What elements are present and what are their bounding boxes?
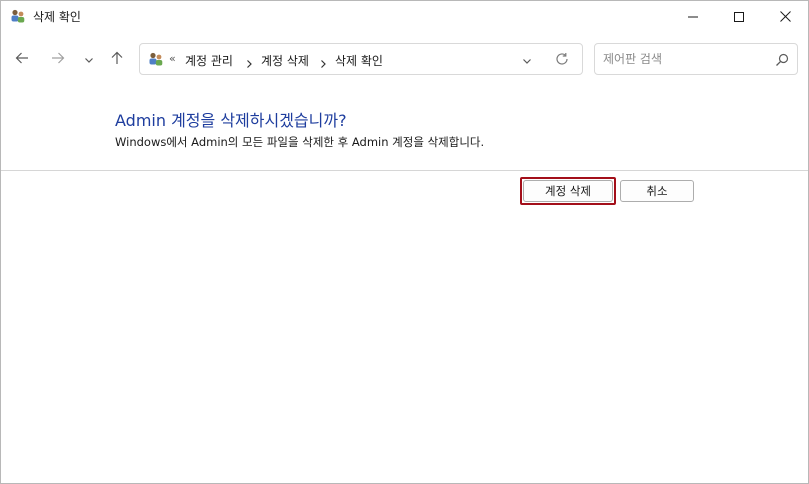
search-box[interactable] [594,43,798,75]
refresh-icon [555,51,569,70]
search-input[interactable] [603,50,763,68]
recent-locations-button[interactable] [77,47,101,71]
back-button[interactable] [10,47,34,71]
chevron-down-icon [84,50,94,69]
arrow-up-icon [110,50,124,69]
breadcrumb-item-delete-account[interactable]: 계정 삭제 [261,52,309,69]
divider [1,170,808,171]
up-button[interactable] [105,47,129,71]
breadcrumb-item-confirm-delete[interactable]: 삭제 확인 [335,52,383,69]
chevron-right-icon [244,54,254,68]
maximize-icon [734,11,744,22]
minimize-icon [688,12,698,22]
chevron-down-icon [522,51,532,70]
user-accounts-icon [148,51,164,67]
user-accounts-icon [10,8,26,24]
page-heading: Admin 계정을 삭제하시겠습니까? [115,111,347,130]
page-description: Windows에서 Admin의 모든 파일을 삭제한 후 Admin 계정을 … [115,135,485,149]
close-button[interactable] [762,1,808,32]
window-title: 삭제 확인 [33,10,81,24]
maximize-button[interactable] [716,1,762,32]
minimize-button[interactable] [670,1,716,32]
search-icon[interactable] [775,52,789,66]
close-icon [779,11,791,22]
chevron-right-icon [318,54,328,68]
control-panel-window: 삭제 확인 « 계정 관리 계정 삭제 삭제 확인 제어판 검색 Admin 계… [0,0,809,484]
address-history-button[interactable] [518,51,536,69]
arrow-right-icon [51,50,65,69]
arrow-left-icon [15,50,29,69]
address-bar[interactable]: « 계정 관리 계정 삭제 삭제 확인 [139,43,583,75]
breadcrumb-overflow[interactable]: « [169,52,176,65]
cancel-button[interactable]: 취소 [620,180,694,202]
navigation-bar: « 계정 관리 계정 삭제 삭제 확인 [1,32,808,88]
delete-account-button[interactable]: 계정 삭제 [523,180,613,202]
title-bar: 삭제 확인 [1,1,808,32]
refresh-button[interactable] [553,51,571,69]
forward-button[interactable] [46,47,70,71]
breadcrumb-item-account-management[interactable]: 계정 관리 [185,52,233,69]
